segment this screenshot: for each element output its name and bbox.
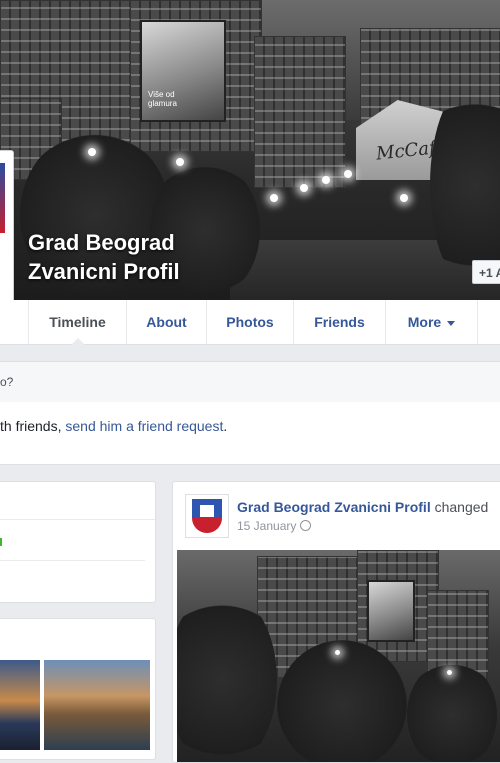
street-lamp xyxy=(335,650,340,655)
billboard-text: Više od glamura xyxy=(148,90,177,108)
cover-billboard: Više od glamura xyxy=(140,20,226,122)
friend-prompt-header: o? xyxy=(0,361,500,403)
street-lamp xyxy=(322,176,330,184)
profile-name[interactable]: Grad Beograd Zvanicni Profil xyxy=(28,228,180,286)
photo-thumbnail[interactable] xyxy=(0,660,40,750)
photo-tree xyxy=(407,660,497,762)
friend-prompt-text: o? xyxy=(0,375,14,389)
profile-picture-image xyxy=(0,163,5,233)
post-action-text: changed xyxy=(430,499,489,515)
intro-divider xyxy=(0,519,155,520)
street-lamp xyxy=(400,194,408,202)
profile-name-line1: Grad Beograd xyxy=(28,230,175,255)
chevron-down-icon xyxy=(447,320,456,326)
post-meta: 15 January xyxy=(237,519,312,533)
post-date[interactable]: 15 January xyxy=(237,519,296,533)
street-lamp xyxy=(447,670,452,675)
street-lamp xyxy=(88,148,96,156)
photo-tree xyxy=(277,640,407,762)
tab-label: About xyxy=(146,314,187,330)
post-author-link[interactable]: Grad Beograd Zvanicni Profil xyxy=(237,499,431,515)
intro-card xyxy=(0,481,156,603)
globe-icon xyxy=(300,520,312,531)
street-lamp xyxy=(344,170,352,178)
add-friend-button[interactable]: +1 A xyxy=(472,260,500,284)
friend-request-notice: th friends, send him a friend request. xyxy=(0,402,500,465)
send-friend-request-link[interactable]: send him a friend request xyxy=(65,418,223,434)
tab-divider xyxy=(477,300,500,344)
street-lamp xyxy=(176,158,184,166)
tab-label: Friends xyxy=(314,314,365,330)
tab-label: Photos xyxy=(226,314,274,330)
intro-divider xyxy=(0,560,145,561)
intro-accent xyxy=(0,538,2,546)
castle-icon xyxy=(200,505,214,517)
tab-friends[interactable]: Friends xyxy=(293,300,385,344)
timeline-post: Grad Beograd Zvanicni Profil changed 15 … xyxy=(172,481,500,763)
tab-label: Timeline xyxy=(49,314,106,330)
cover-photo[interactable]: Više od glamura McCafé Grad Beograd Zvan… xyxy=(0,0,500,300)
cover-building xyxy=(254,36,346,188)
street-lamp xyxy=(270,194,278,202)
tab-photos[interactable]: Photos xyxy=(206,300,293,344)
photo-billboard xyxy=(367,580,415,642)
post-photo[interactable] xyxy=(177,550,500,762)
profile-nav: Timeline About Photos Friends More xyxy=(0,300,500,345)
tab-about[interactable]: About xyxy=(126,300,206,344)
tab-label: More xyxy=(407,314,442,330)
post-author-avatar[interactable] xyxy=(185,494,229,538)
tab-timeline[interactable]: Timeline xyxy=(28,300,126,345)
post-header: Grad Beograd Zvanicni Profil changed xyxy=(237,499,488,515)
street-lamp xyxy=(300,184,308,192)
friend-request-suffix: . xyxy=(223,418,228,434)
profile-name-line2: Zvanicni Profil xyxy=(28,259,180,284)
friend-request-prefix: th friends, xyxy=(0,418,66,434)
tab-more[interactable]: More xyxy=(385,300,477,344)
photo-thumbnail[interactable] xyxy=(44,660,150,750)
